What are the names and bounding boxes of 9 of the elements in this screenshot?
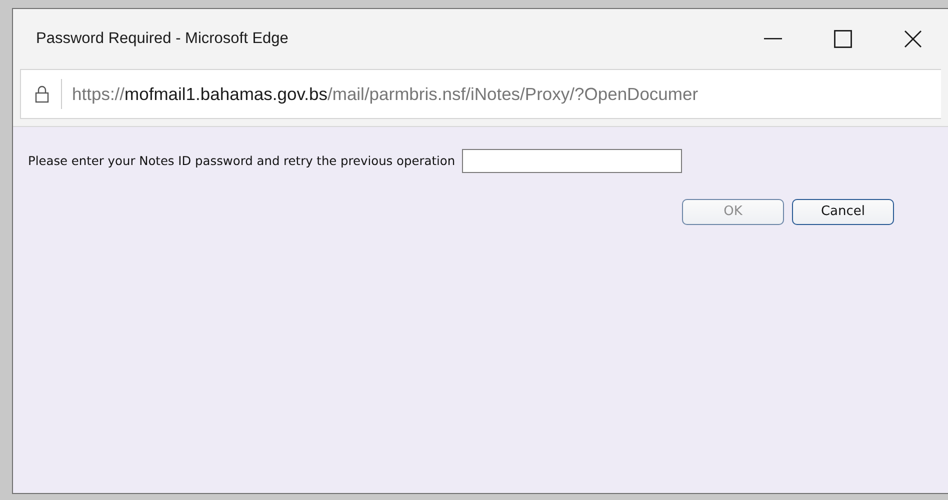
password-prompt: Please enter your Notes ID password and retry the previous operation bbox=[28, 152, 456, 170]
minimize-icon bbox=[764, 38, 782, 40]
maximize-icon bbox=[834, 30, 852, 48]
window-title: Password Required - Microsoft Edge bbox=[36, 29, 290, 50]
close-icon bbox=[904, 30, 922, 48]
url-text: https://mofmail1.bahamas.gov.bs/mail/parmbris.nsf/iNotes/Proxy/?OpenDocumer bbox=[72, 82, 698, 106]
lock-icon bbox=[35, 85, 49, 103]
cancel-button[interactable]: Cancel bbox=[792, 199, 894, 225]
password-field[interactable] bbox=[462, 149, 682, 173]
